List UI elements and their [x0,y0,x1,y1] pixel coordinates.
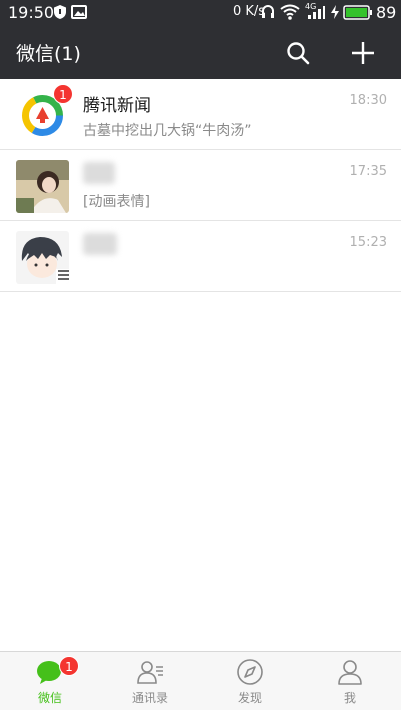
signal-icon [308,6,325,19]
chat-name-blurred [83,233,117,255]
chat-name-blurred [83,162,115,184]
gallery-icon [71,5,87,19]
person-icon [338,660,362,685]
tab-badge: 1 [59,656,79,676]
tab-me[interactable]: 我 [300,652,400,711]
compass-icon [237,659,263,685]
charging-icon [331,5,339,19]
add-button[interactable] [345,35,381,71]
chat-time: 17:35 [349,164,387,179]
avatar [16,231,69,284]
chat-list: 1 腾讯新闻 古墓中挖出几大锅“牛肉汤” 18:30 [动画表情] 17:35 [0,79,401,292]
battery-icon [343,5,372,20]
tab-label: 通讯录 [131,691,168,705]
chat-item[interactable]: 1 腾讯新闻 古墓中挖出几大锅“牛肉汤” 18:30 [0,79,401,150]
shield-icon [54,5,66,19]
app-bar: 微信(1) [0,26,401,79]
tab-label: 发现 [237,691,262,705]
contacts-icon [137,661,163,684]
anime-avatar [16,231,69,284]
chat-preview: 古墓中挖出几大锅“牛肉汤” [83,123,252,139]
unread-badge: 1 [53,84,73,104]
search-button[interactable] [280,35,316,71]
tab-label: 我 [343,691,356,705]
status-bar: 19:50 0 K/s 4G 89 [0,0,401,26]
avatar [16,160,69,213]
photo-avatar [16,160,69,213]
plus-icon [352,42,374,64]
search-icon [287,42,310,65]
tab-contacts[interactable]: 通讯录 [100,652,200,711]
tab-bar: 1 微信 通讯录 发现 我 [0,651,401,710]
tab-label: 微信 [37,691,62,705]
chat-time: 18:30 [349,93,387,108]
tab-discover[interactable]: 发现 [200,652,300,711]
wifi-icon [280,4,300,20]
page-title: 微信(1) [16,43,81,65]
chat-time: 15:23 [349,235,387,250]
tab-chats[interactable]: 1 微信 [0,652,100,711]
avatar: 1 [16,84,73,142]
chat-item[interactable]: 15:23 [0,221,401,292]
battery-level: 89 [376,3,397,22]
chat-item[interactable]: [动画表情] 17:35 [0,150,401,221]
chat-preview: [动画表情] [83,194,150,210]
headset-icon [262,5,274,18]
status-time: 19:50 [8,3,55,22]
chat-name: 腾讯新闻 [83,96,151,116]
